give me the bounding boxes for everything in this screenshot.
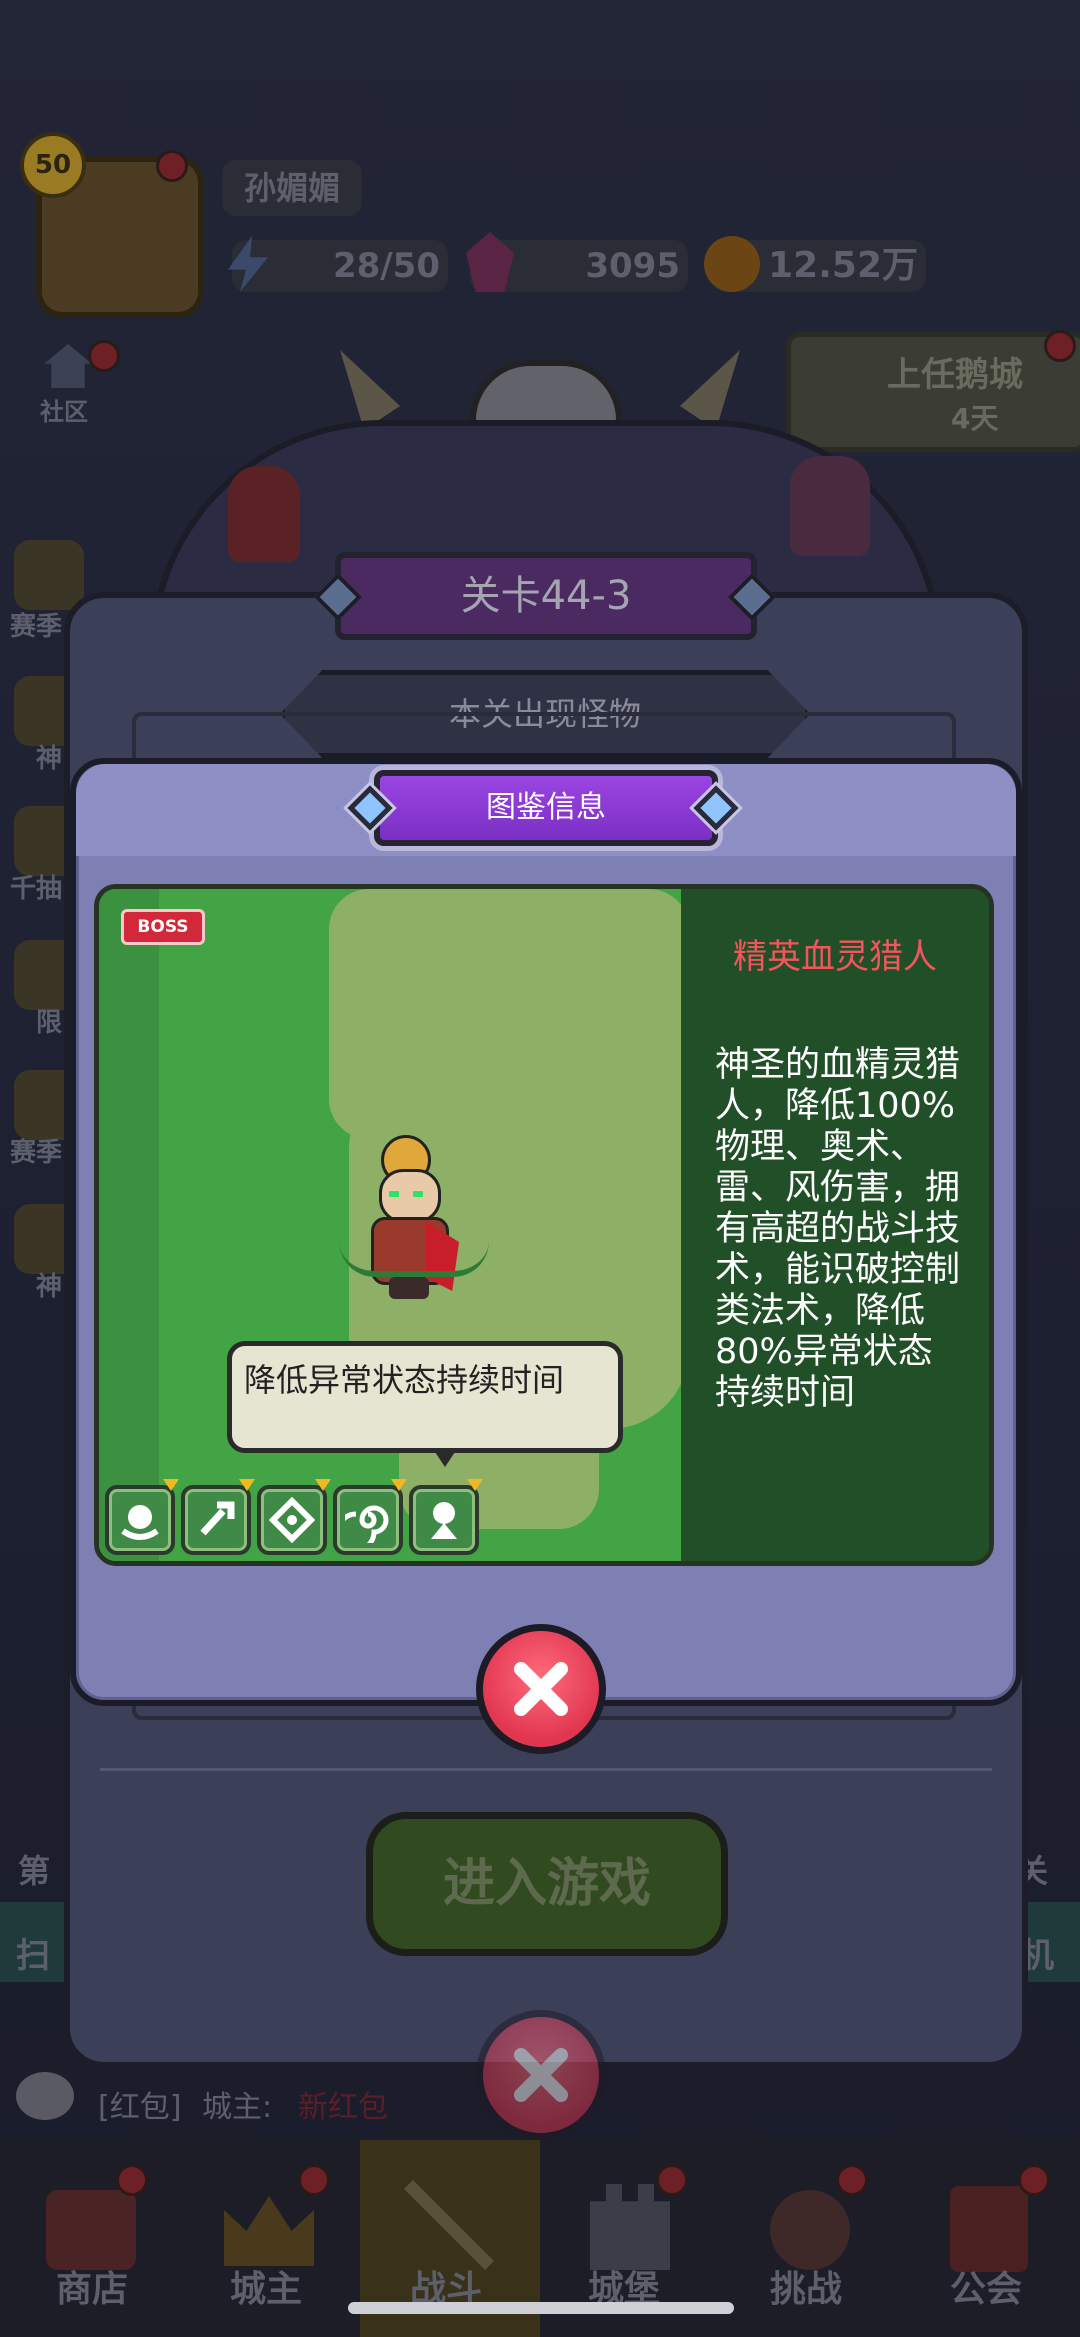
skill-tooltip-text: 降低异常状态持续时间 [244, 1361, 565, 1399]
nav-red-dot [836, 2164, 868, 2196]
challenge-icon [770, 2190, 850, 2270]
monster-description: 神圣的血精灵猎人，降低100%物理、奥术、雷、风伤害，拥有高超的战斗技术，能识破… [715, 1045, 961, 1413]
chat-speaker: 城主: [202, 2090, 273, 2125]
side-label-5[interactable]: 赛季 [10, 1132, 62, 1169]
monster-name: 精英血灵猎人 [733, 937, 937, 977]
swords-icon [404, 2180, 494, 2270]
level-badge: 50 [20, 132, 86, 198]
codex-close-button[interactable] [476, 1624, 606, 1754]
panel-divider [100, 1768, 992, 1771]
player-name: 孙媚媚 [222, 160, 362, 216]
castle-icon [590, 2184, 670, 2270]
wind-resist-icon[interactable] [333, 1479, 407, 1555]
boss-badge: BOSS [121, 909, 205, 945]
hero-right [790, 456, 870, 556]
nav-lord[interactable]: 城主 [180, 2140, 360, 2337]
home-indicator[interactable] [348, 2302, 734, 2314]
city-days: 4天 [951, 402, 999, 435]
avatar-red-dot [156, 150, 188, 182]
chat-message[interactable]: 新红包 [298, 2082, 388, 2126]
monster-info-panel: 精英血灵猎人 神圣的血精灵猎人，降低100%物理、奥术、雷、风伤害，拥有高超的战… [681, 889, 989, 1561]
city-title: 上任鹅城 [887, 355, 1023, 395]
season-label[interactable]: 赛季 [10, 606, 62, 643]
nav-shop-label: 商店 [56, 2269, 129, 2310]
side-label-3[interactable]: 千抽 [10, 868, 62, 905]
codex-title-banner: 图鉴信息 [347, 770, 739, 846]
chapter-left: 第 [18, 1852, 51, 1890]
nav-guild[interactable]: 公会 [900, 2140, 1080, 2337]
level-title-banner: 关卡44-3 [313, 552, 777, 640]
codex-title: 图鉴信息 [486, 790, 606, 825]
community-label[interactable]: 社区 [40, 392, 88, 427]
side-label-6[interactable]: 神 [36, 1266, 62, 1303]
skill-tooltip: 降低异常状态持续时间 [227, 1341, 623, 1453]
thunder-resist-icon[interactable] [257, 1479, 331, 1555]
close-icon [514, 2048, 568, 2102]
nav-red-dot [1018, 2164, 1050, 2196]
shop-icon [46, 2190, 136, 2270]
scene-grass-edge [99, 889, 159, 1561]
community-red-dot [88, 340, 120, 372]
nav-red-dot [656, 2164, 688, 2196]
city-panel[interactable]: 上任鹅城 4天 [786, 332, 1080, 452]
nav-shop[interactable]: 商店 [0, 2140, 180, 2337]
side-label-4[interactable]: 限 [36, 1002, 62, 1039]
city-red-dot [1044, 330, 1076, 362]
enter-game-button[interactable]: 进入游戏 [366, 1812, 728, 1956]
energy-counter[interactable]: 28/50 [232, 240, 448, 292]
side-label-2[interactable]: 神 [36, 738, 62, 775]
nav-red-dot [298, 2164, 330, 2196]
chat-prefix: [红包] [98, 2090, 182, 2125]
panel-close-button[interactable] [476, 2010, 606, 2140]
tech-resist-icon[interactable] [181, 1479, 255, 1555]
status-resist-icon[interactable] [409, 1479, 483, 1555]
crown-icon [224, 2196, 314, 2266]
season-icon[interactable] [14, 540, 84, 610]
level-title: 关卡44-3 [460, 573, 632, 619]
blood-elf-hunter-sprite [339, 1129, 489, 1299]
tooltip-pointer [433, 1449, 457, 1467]
monster-viewer: BOSS 降低异常状态持续时间 精英血灵猎人 神圣的血精灵猎人，降低100%物理… [94, 884, 994, 1566]
monster-scene: BOSS 降低异常状态持续时间 [99, 889, 689, 1561]
nav-red-dot [116, 2164, 148, 2196]
enter-game-label: 进入游戏 [442, 1854, 651, 1914]
nav-lord-label: 城主 [230, 2269, 303, 2310]
nav-guild-label: 公会 [950, 2269, 1023, 2310]
close-icon [514, 1662, 568, 1716]
community-icon[interactable] [44, 344, 92, 388]
nav-challenge-label: 挑战 [770, 2269, 843, 2310]
nav-challenge[interactable]: 挑战 [720, 2140, 900, 2337]
hero-left [228, 466, 300, 562]
chat-icon[interactable] [16, 2072, 74, 2120]
physical-resist-icon[interactable] [105, 1479, 179, 1555]
gold-icon [704, 236, 760, 292]
sweep-label[interactable]: 扫 [16, 1928, 50, 1977]
